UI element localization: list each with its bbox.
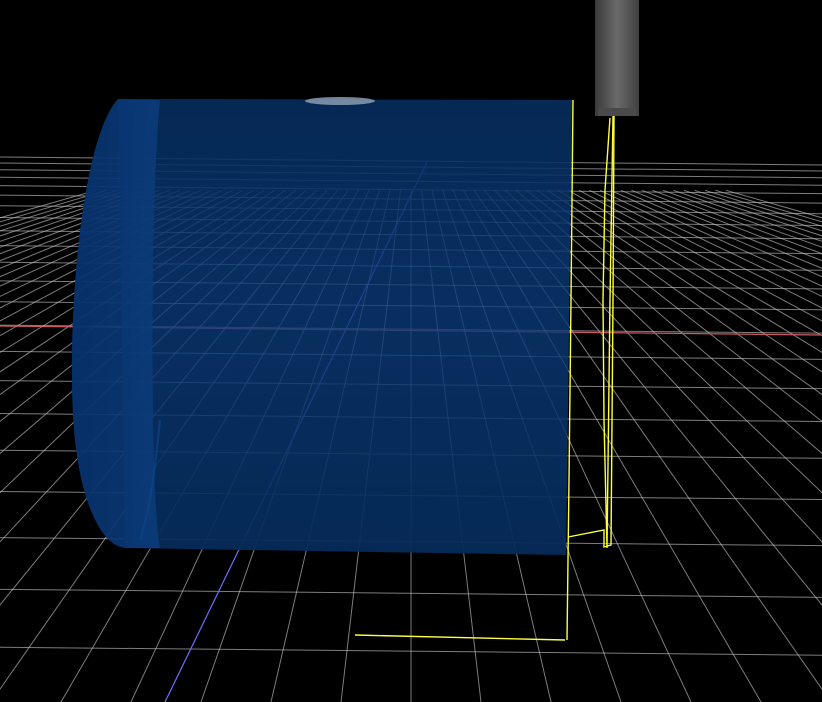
stock-body bbox=[118, 99, 572, 555]
grid-line bbox=[557, 189, 822, 354]
scene-canvas[interactable] bbox=[0, 0, 822, 702]
grid-line bbox=[641, 189, 822, 262]
cylindrical-stock[interactable] bbox=[71, 97, 572, 555]
grid-line bbox=[715, 189, 822, 223]
tool-shank bbox=[595, 0, 639, 116]
grid-line bbox=[631, 189, 822, 269]
grid-line bbox=[599, 189, 822, 297]
grid-line bbox=[683, 189, 822, 237]
stock-top-spot bbox=[305, 97, 375, 105]
toolpath-base bbox=[354, 634, 566, 641]
grid-line bbox=[694, 189, 822, 232]
stock-end-cap bbox=[71, 99, 160, 548]
grid-line bbox=[578, 189, 822, 322]
grid-line bbox=[662, 189, 822, 248]
grid-line bbox=[652, 189, 822, 255]
tool-tip bbox=[598, 108, 636, 116]
grid-line bbox=[568, 189, 822, 337]
cutting-tool[interactable] bbox=[595, 0, 639, 116]
3d-viewport[interactable] bbox=[0, 0, 822, 702]
